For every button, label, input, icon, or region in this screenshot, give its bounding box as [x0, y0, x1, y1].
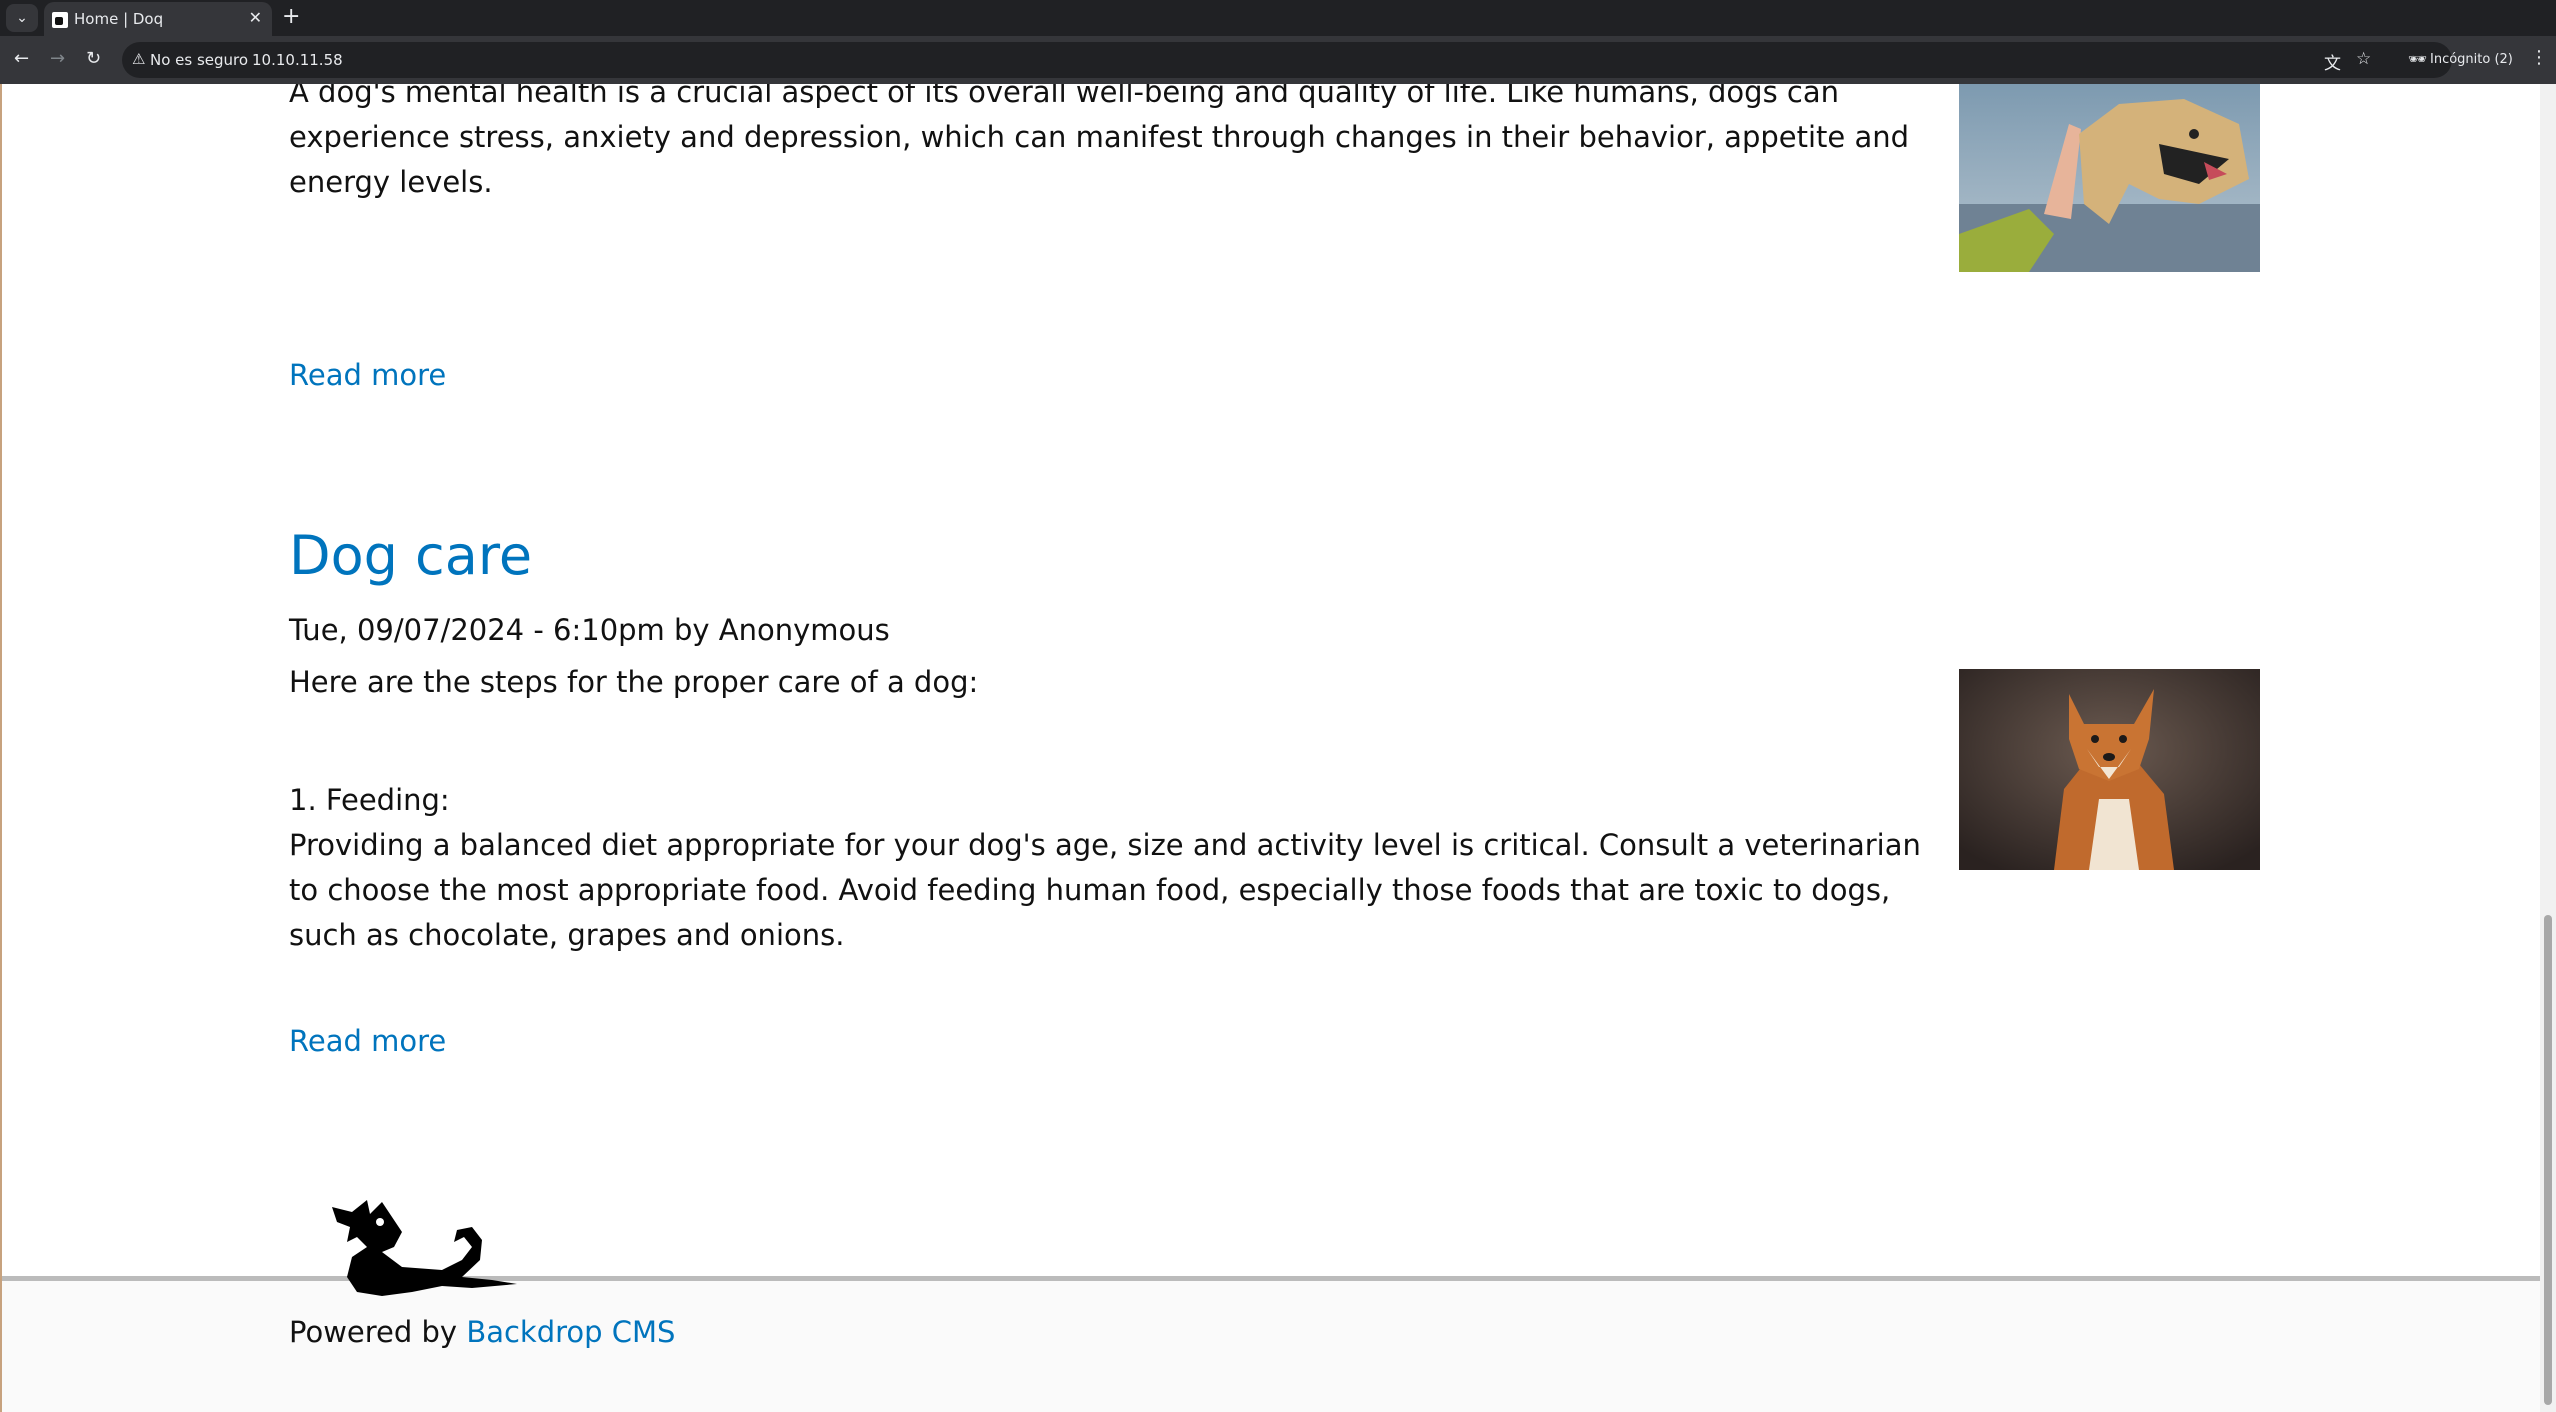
browser-tab-bar: ⌄ Home | Doq ✕ + — [0, 0, 2556, 36]
article-intro: Here are the steps for the proper care o… — [289, 665, 979, 699]
read-more-link[interactable]: Read more — [289, 1024, 446, 1058]
forward-arrow-icon[interactable]: → — [50, 48, 65, 69]
tab-title: Home | Doq — [74, 10, 164, 28]
security-label[interactable]: No es seguro — [150, 51, 248, 69]
back-arrow-icon[interactable]: ← — [14, 48, 29, 69]
browser-toolbar: ← → ↻ ⚠ No es seguro 10.10.11.58 文 ☆ 🕶 I… — [0, 36, 2556, 84]
close-tab-icon[interactable]: ✕ — [249, 8, 262, 27]
address-bar[interactable]: ⚠ No es seguro 10.10.11.58 文 ☆ — [122, 42, 2452, 78]
tab-search-button[interactable]: ⌄ — [6, 4, 38, 32]
new-tab-button[interactable]: + — [282, 4, 300, 30]
favicon-icon — [52, 12, 68, 28]
scrollbar-thumb[interactable] — [2544, 915, 2552, 1405]
incognito-label: Incógnito (2) — [2430, 52, 2513, 67]
dog-high-five-image — [1959, 84, 2260, 272]
incognito-icon: 🕶 — [2408, 50, 2428, 68]
browser-tab[interactable]: Home | Doq ✕ — [44, 2, 272, 36]
step-heading: 1. Feeding: — [289, 783, 450, 817]
step-body: Providing a balanced diet appropriate fo… — [289, 828, 1921, 952]
powered-by-text: Powered by Backdrop CMS — [289, 1315, 675, 1349]
article-image-shiba[interactable] — [1959, 669, 2260, 870]
page-viewport: A dog's mental health is a crucial aspec… — [0, 84, 2556, 1412]
backdrop-cms-link[interactable]: Backdrop CMS — [466, 1315, 675, 1349]
article-meta: Tue, 09/07/2024 - 6:10pm by Anonymous — [289, 613, 890, 647]
article-body: A dog's mental health is a crucial aspec… — [289, 84, 1910, 199]
url-text[interactable]: 10.10.11.58 — [252, 51, 343, 69]
shiba-dog-image — [1959, 669, 2260, 870]
browser-menu-icon[interactable]: ⋮ — [2530, 47, 2548, 68]
article-image-high-five[interactable] — [1959, 84, 2260, 272]
read-more-link[interactable]: Read more — [289, 358, 446, 392]
warning-icon[interactable]: ⚠ — [132, 50, 145, 68]
incognito-indicator[interactable]: 🕶 Incógnito (2) — [2400, 42, 2516, 78]
backdrop-drop-logo-icon[interactable] — [322, 1192, 522, 1302]
bookmark-star-icon[interactable]: ☆ — [2356, 49, 2371, 69]
article-title[interactable]: Dog care — [289, 524, 532, 587]
translate-icon[interactable]: 文 — [2324, 49, 2341, 74]
reload-icon[interactable]: ↻ — [86, 48, 101, 69]
powered-prefix: Powered by — [289, 1315, 458, 1349]
